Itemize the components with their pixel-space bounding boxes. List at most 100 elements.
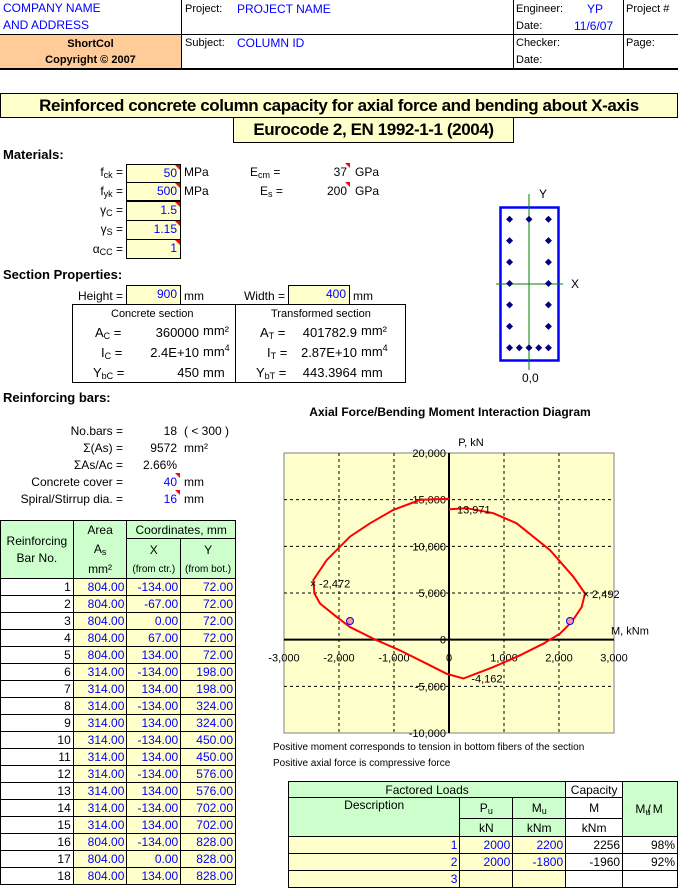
bar-y[interactable]: 72.00 [180, 595, 236, 613]
es-label: Es = [260, 184, 283, 199]
sketch-origin-label: 0,0 [522, 371, 539, 385]
alpha-cc-input[interactable]: 1 [126, 239, 181, 259]
engineer-value[interactable]: YP [587, 2, 603, 16]
bar-area[interactable]: 314.00 [72, 765, 128, 783]
bar-y[interactable]: 576.00 [180, 782, 236, 800]
bar-x[interactable]: 0.00 [126, 850, 182, 868]
bar-area[interactable]: 314.00 [72, 799, 128, 817]
bar-x[interactable]: 134.00 [126, 646, 182, 664]
load-mu[interactable] [512, 870, 567, 888]
bar-area[interactable]: 804.00 [72, 850, 128, 868]
bar-area[interactable]: 314.00 [72, 697, 128, 715]
bar-x[interactable]: 134.00 [126, 680, 182, 698]
bar-area[interactable]: 314.00 [72, 731, 128, 749]
bar-x[interactable]: -134.00 [126, 578, 182, 596]
bar-x[interactable]: 0.00 [126, 612, 182, 630]
ic-value: 2.4E+10 [150, 345, 199, 360]
width-input[interactable]: 400 [288, 285, 350, 305]
bar-y[interactable]: 828.00 [180, 867, 236, 885]
fyk-input[interactable]: 500 [126, 182, 181, 201]
stirrup-input[interactable]: 16 [164, 492, 177, 506]
cover-input[interactable]: 40 [164, 475, 177, 489]
col-header-coordinates: Coordinates, mm [126, 520, 236, 539]
bar-y[interactable]: 828.00 [180, 833, 236, 851]
concrete-section-title: Concrete section [111, 308, 194, 320]
x-tick-label: -3,000 [268, 653, 299, 665]
bar-area[interactable]: 314.00 [72, 714, 128, 732]
es-value[interactable]: 200 [327, 184, 347, 198]
bar-area[interactable]: 314.00 [72, 680, 128, 698]
bar-y[interactable]: 702.00 [180, 799, 236, 817]
date-value[interactable]: 11/6/07 [574, 19, 613, 33]
gamma-s-input[interactable]: 1.15 [126, 220, 181, 240]
bar-area[interactable]: 804.00 [72, 833, 128, 851]
fck-input[interactable]: 50 [126, 164, 181, 183]
ybt-label: YbT = [256, 365, 287, 381]
load-mu[interactable]: 2200 [512, 836, 567, 854]
bar-x[interactable]: 134.00 [126, 748, 182, 766]
bar-x[interactable]: -134.00 [126, 799, 182, 817]
bar-area[interactable]: 314.00 [72, 663, 128, 681]
bar-y[interactable]: 72.00 [180, 612, 236, 630]
subject-value[interactable]: COLUMN ID [237, 36, 304, 50]
project-name[interactable]: PROJECT NAME [237, 2, 331, 16]
load-description[interactable]: 3 [287, 870, 461, 888]
sketch-y-label: Y [539, 187, 547, 201]
ybc-unit: mm [203, 365, 225, 380]
bar-x[interactable]: 134.00 [126, 867, 182, 885]
bar-area[interactable]: 314.00 [72, 816, 128, 834]
x-tick-label: 0 [446, 653, 452, 665]
gamma-c-input[interactable]: 1.5 [126, 201, 181, 221]
bar-x[interactable]: 134.00 [126, 714, 182, 732]
bar-area[interactable]: 804.00 [72, 595, 128, 613]
ecm-value[interactable]: 37 [334, 165, 347, 179]
bar-y[interactable]: 450.00 [180, 748, 236, 766]
bar-x[interactable]: 67.00 [126, 629, 182, 647]
bar-area[interactable]: 804.00 [72, 578, 128, 596]
bar-y[interactable]: 828.00 [180, 850, 236, 868]
bar-y[interactable]: 72.00 [180, 646, 236, 664]
bar-y[interactable]: 72.00 [180, 578, 236, 596]
load-pu[interactable] [459, 870, 514, 888]
bar-area[interactable]: 804.00 [72, 612, 128, 630]
x-tick-label: 3,000 [600, 653, 628, 665]
table-row: 1 2000 2200 2256 98% [287, 836, 678, 854]
bar-x[interactable]: -134.00 [126, 697, 182, 715]
bar-area[interactable]: 804.00 [72, 867, 128, 885]
ratio-label: ΣAs/Ac = [73, 458, 123, 472]
bar-x[interactable]: -67.00 [126, 595, 182, 613]
bar-y[interactable]: 450.00 [180, 731, 236, 749]
bar-x[interactable]: 134.00 [126, 782, 182, 800]
height-input[interactable]: 900 [126, 285, 181, 305]
bar-y[interactable]: 324.00 [180, 697, 236, 715]
bar-y[interactable]: 198.00 [180, 680, 236, 698]
bar-y[interactable]: 198.00 [180, 663, 236, 681]
page-subtitle: Eurocode 2, EN 1992-1-1 (2004) [233, 117, 514, 143]
loads-table: Factored Loads Capacity M/M Description … [287, 781, 678, 888]
bar-y[interactable]: 576.00 [180, 765, 236, 783]
bar-x[interactable]: -134.00 [126, 663, 182, 681]
bar-x[interactable]: -134.00 [126, 765, 182, 783]
bar-x[interactable]: -134.00 [126, 833, 182, 851]
load-pu[interactable]: 2000 [459, 836, 514, 854]
bar-area[interactable]: 804.00 [72, 646, 128, 664]
bar-x[interactable]: 134.00 [126, 816, 182, 834]
m-unit: kNm [565, 818, 624, 837]
bar-y[interactable]: 72.00 [180, 629, 236, 647]
bar-y[interactable]: 324.00 [180, 714, 236, 732]
bar-area[interactable]: 314.00 [72, 782, 128, 800]
bar-number: 8 [0, 697, 74, 715]
ratio-header: M/M [622, 781, 678, 837]
bar-area[interactable]: 314.00 [72, 748, 128, 766]
load-description[interactable]: 2 [287, 853, 461, 871]
bar-x[interactable]: -134.00 [126, 731, 182, 749]
table-row: 7 314.00 134.00 198.00 [0, 680, 236, 698]
bar-number: 14 [0, 799, 74, 817]
bar-number: 1 [0, 578, 74, 596]
load-pu[interactable]: 2000 [459, 853, 514, 871]
bar-area[interactable]: 804.00 [72, 629, 128, 647]
load-mu[interactable]: -1800 [512, 853, 567, 871]
bar-y[interactable]: 702.00 [180, 816, 236, 834]
section-heading: Section Properties: [3, 267, 123, 282]
load-description[interactable]: 1 [287, 836, 461, 854]
